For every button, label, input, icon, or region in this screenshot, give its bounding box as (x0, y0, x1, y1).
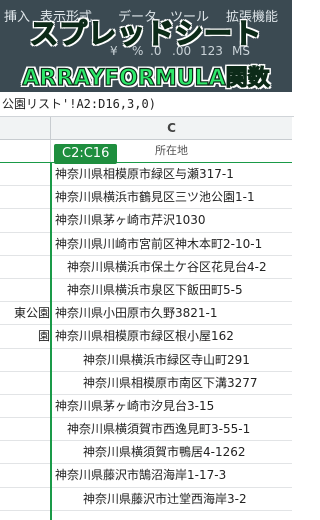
cell-c[interactable]: 神奈川県川崎市宮前区神木本町2-10-1 (51, 233, 292, 255)
table-row: 神奈川県横浜市緑区寺山町291 (0, 348, 292, 372)
cell-c[interactable]: 神奈川県横浜市緑区寺山町291 (51, 349, 292, 371)
table-row: 神奈川県川崎市宮前区神木本町2-10-1 (0, 232, 292, 256)
cell-a[interactable] (0, 209, 51, 232)
cell-c[interactable]: 神奈川県茅ヶ崎市芹沢1030 (51, 209, 292, 231)
table-row: 神奈川県藤沢市鵠沼海岸1-17-3 (0, 464, 292, 488)
cell-a[interactable] (0, 464, 51, 487)
cell-c[interactable]: 神奈川県藤沢市鵠沼海岸1-17-3 (51, 464, 292, 486)
table-row: 神奈川県茅ヶ崎市芹沢1030 (0, 209, 292, 233)
cell-c[interactable]: 神奈川県相模原市緑区根小屋162 (51, 325, 292, 347)
table-row: 神奈川県相模原市南区下溝3277 (0, 371, 292, 395)
range-badge: C2:C16 (54, 144, 118, 164)
table-row: 神奈川県横浜市鶴見区三ツ池公園1-1 (0, 186, 292, 210)
table-row: 神奈川県横須賀市西逸見町3-55-1 (0, 418, 292, 442)
column-header-row: C (0, 117, 292, 140)
cell-a[interactable] (0, 255, 51, 278)
cell-a[interactable] (0, 278, 51, 302)
table-row: 神奈川県横須賀市鴨居4-1262 (0, 441, 292, 465)
table-row: 神奈川県藤沢市辻堂西海岸3-2 (0, 487, 292, 511)
cell-c[interactable]: 神奈川県相模原市南区下溝3277 (51, 372, 292, 394)
cell-c[interactable]: 神奈川県藤沢市辻堂西海岸3-2 (51, 488, 292, 510)
cell-c[interactable]: 神奈川県横須賀市西逸見町3-55-1 (51, 418, 292, 440)
cell-a[interactable] (0, 232, 51, 255)
cell-a[interactable]: 園 (0, 325, 51, 348)
table-row: 園神奈川県相模原市緑区根小屋162 (0, 325, 292, 349)
table-row: 東公園 神奈川県小田原市久野3821-1 (0, 302, 292, 326)
cell-a-header[interactable] (0, 140, 51, 162)
cell-a[interactable] (0, 394, 51, 418)
table-row: 神奈川県横浜市保土ケ谷区花見台4-2 (0, 255, 292, 279)
cell-c[interactable]: 神奈川県横浜市保土ケ谷区花見台4-2 (51, 256, 292, 278)
cell-a[interactable] (0, 441, 51, 464)
overlay-subtitle: ARRAYFORMULA関数 (22, 65, 270, 91)
cell-c[interactable]: 神奈川県小田原市久野3821-1 (51, 302, 292, 324)
cell-a[interactable] (0, 487, 51, 510)
cell-c[interactable]: 神奈川県横浜市泉区下飯田町5-5 (51, 279, 292, 301)
app-toolbar-area: 挿入 表示形式 データ ツール 拡張機能 ¥ % .0 .00 123 MS ス… (0, 0, 292, 100)
cell-a[interactable] (0, 348, 51, 371)
table-row: 神奈川県茅ヶ崎市汐見台3-15 (0, 394, 292, 419)
cell-c[interactable]: 神奈川県相模原市緑区与瀬317-1 (51, 163, 292, 185)
selection-border (50, 163, 52, 520)
table-row: 神奈川県相模原市緑区与瀬317-1 (0, 163, 292, 187)
column-header-c[interactable]: C (51, 117, 292, 139)
cell-a[interactable]: 東公園 (0, 302, 51, 325)
overlay-title: スプレッドシート (29, 16, 262, 51)
formula-bar[interactable]: 公園リスト'!A2:D16,3,0) (0, 92, 294, 117)
data-rows: 神奈川県相模原市緑区与瀬317-1 神奈川県横浜市鶴見区三ツ池公園1-1 神奈川県茅… (0, 163, 292, 511)
cell-a[interactable] (0, 418, 51, 441)
cell-c[interactable]: 神奈川県横須賀市鴨居4-1262 (51, 441, 292, 463)
cell-c[interactable]: 神奈川県茅ヶ崎市汐見台3-15 (51, 395, 292, 417)
header-row: 所在地 (0, 140, 292, 163)
table-row: 神奈川県横浜市泉区下飯田町5-5 (0, 278, 292, 303)
cell-a[interactable] (0, 371, 51, 394)
cell-a[interactable] (0, 186, 51, 209)
cell-a[interactable] (0, 163, 51, 186)
cell-c[interactable]: 神奈川県横浜市鶴見区三ツ池公園1-1 (51, 186, 292, 208)
